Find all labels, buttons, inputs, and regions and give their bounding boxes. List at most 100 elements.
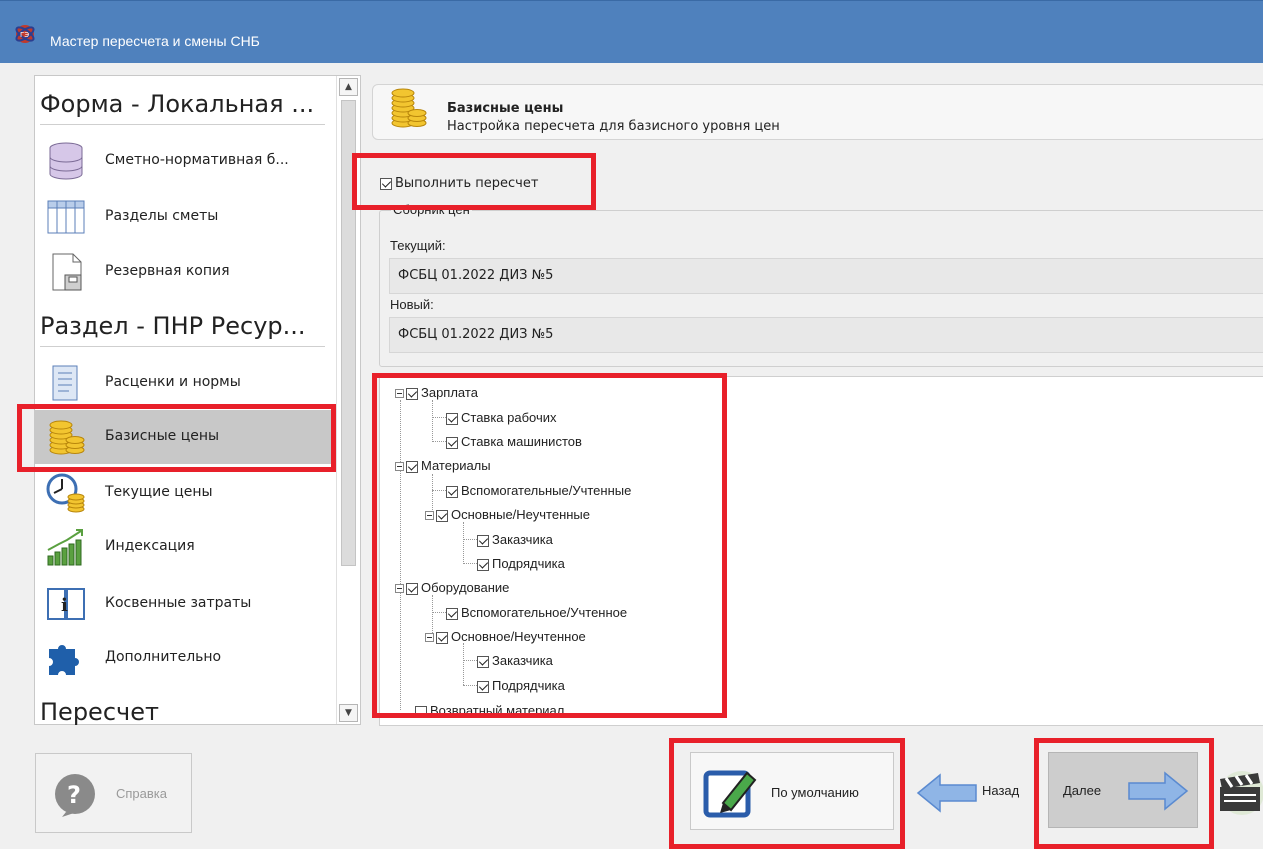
help-icon: ? [55,774,95,817]
collapse-icon[interactable] [395,462,404,472]
sidebar-group-section[interactable]: Раздел - ПНР Ресур... [40,312,325,347]
checkbox-checked-icon[interactable] [380,177,392,190]
section-header: Базисные цены Настройка пересчета для ба… [372,84,1263,140]
tree-node-equipment-customer[interactable]: Заказчика [477,653,553,668]
checkbox-checked-icon[interactable] [477,680,489,693]
checkbox-checked-icon[interactable] [446,412,458,425]
help-button[interactable]: ? Справка [35,753,192,833]
sidebar-group-form[interactable]: Форма - Локальная ... [40,90,325,125]
checkbox-checked-icon[interactable] [477,655,489,668]
recalc-checkbox[interactable]: Выполнить пересчет [380,176,538,191]
default-button-label: По умолчанию [771,785,859,800]
tree-connector [432,417,446,418]
sidebar-item-base-prices[interactable]: Базисные цены [35,410,331,464]
coins-icon [391,88,427,128]
tree-node-equipment[interactable]: Оборудование [395,580,509,595]
window-title: Мастер пересчета и смены СНБ [50,33,260,49]
back-button-label: Назад [982,783,1020,798]
tree-connector [432,612,446,613]
checkbox-checked-icon[interactable] [477,534,489,547]
tree-connector [463,539,477,540]
tree-node-label: Вспомогательное/Учтенное [461,605,628,620]
sidebar-item-label: Текущие цены [105,484,213,500]
tree-node-label: Заказчика [492,653,553,668]
arrow-left-icon [916,773,977,813]
tree-node-aux-materials[interactable]: Вспомогательные/Учтенные [446,483,631,498]
checkbox-checked-icon[interactable] [446,436,458,449]
price-tree [379,376,1263,726]
sidebar-item-current-prices[interactable]: Текущие цены [35,466,331,520]
app-logo-icon: ГЭ [15,25,35,43]
arrow-right-icon [1128,771,1189,811]
checkbox-checked-icon[interactable] [406,460,418,473]
default-button[interactable]: По умолчанию [690,752,894,830]
scroll-thumb[interactable] [341,100,356,566]
finish-button[interactable] [1208,753,1263,829]
tree-node-salary[interactable]: Зарплата [395,385,478,400]
sidebar-item-label: Косвенные затраты [105,595,252,611]
sidebar-item-indirect-costs[interactable]: i Косвенные затраты [35,577,331,631]
next-button[interactable]: Далее [1048,752,1198,828]
new-label: Новый: [390,297,434,312]
tree-node-workers-rate[interactable]: Ставка рабочих [446,410,557,425]
scroll-up-button[interactable]: ▲ [339,78,358,96]
tree-node-materials[interactable]: Материалы [395,458,491,473]
tree-connector [463,643,464,685]
sidebar-scrollbar[interactable]: ▲ ▼ [336,76,360,724]
back-button[interactable]: Назад [906,753,1044,829]
tree-node-main-materials[interactable]: Основные/Неучтенные [425,507,590,522]
next-button-label: Далее [1063,783,1102,798]
scroll-down-button[interactable]: ▼ [339,704,358,722]
tree-node-label: Вспомогательные/Учтенные [461,483,632,498]
collapse-icon[interactable] [395,584,404,594]
checkbox-checked-icon[interactable] [436,509,448,522]
checkbox-checked-icon[interactable] [406,387,418,400]
sidebar-item-backup[interactable]: Резервная копия [35,245,331,299]
tree-node-label: Ставка машинистов [461,434,582,449]
sidebar-item-indexation[interactable]: Индексация [35,520,331,574]
tree-node-equipment-contractor[interactable]: Подрядчика [477,678,565,693]
sidebar-item-rates-norms[interactable]: Расценки и нормы [35,356,331,410]
collapse-icon[interactable] [425,511,434,521]
tree-node-label: Материалы [421,458,491,473]
tree-node-label: Заказчика [492,532,553,547]
tree-node-materials-contractor[interactable]: Подрядчика [477,556,565,571]
checkbox-checked-icon[interactable] [477,558,489,571]
info-book-icon: i [47,588,85,620]
edit-icon [703,770,757,818]
tree-connector [463,563,477,564]
tree-connector [432,400,433,442]
tree-connector [400,400,401,710]
tree-node-label: Оборудование [421,580,510,595]
tree-node-returned-material[interactable]: Возвратный материал [415,703,564,717]
collapse-icon[interactable] [395,389,404,399]
checkbox-checked-icon[interactable] [446,485,458,498]
new-collection-field[interactable]: ФСБЦ 01.2022 ДИЗ №5 [389,317,1263,353]
current-collection-field[interactable]: ФСБЦ 01.2022 ДИЗ №5 [389,258,1263,294]
sidebar-item-additional[interactable]: Дополнительно [35,631,331,685]
tree-node-label: Ставка рабочих [461,410,557,425]
checkbox-unchecked-icon[interactable] [415,705,427,717]
svg-text:?: ? [67,781,81,809]
tree-connector [432,490,446,491]
tree-node-label: Основное/Неучтенное [451,629,586,644]
tree-node-main-equipment[interactable]: Основное/Неучтенное [425,629,586,644]
tree-node-aux-equipment[interactable]: Вспомогательное/Учтенное [446,605,627,620]
price-collection-legend: Сборник цен [391,202,472,217]
tree-connector [463,660,477,661]
tree-node-label: Основные/Неучтенные [451,507,591,522]
collapse-icon[interactable] [425,633,434,643]
tree-node-label: Подрядчика [492,556,565,571]
sidebar-item-regulatory-base[interactable]: Сметно-нормативная б... [35,134,331,188]
clock-coins-icon [46,473,85,513]
checkbox-checked-icon[interactable] [446,607,458,620]
sidebar-group-recalc[interactable]: Пересчет [40,698,325,732]
tree-node-operators-rate[interactable]: Ставка машинистов [446,434,582,449]
checkbox-checked-icon[interactable] [436,631,448,644]
sidebar-item-label: Базисные цены [105,428,220,444]
tree-node-materials-customer[interactable]: Заказчика [477,532,553,547]
sidebar-item-estimate-sections[interactable]: Разделы сметы [35,190,331,244]
tree-connector [463,685,477,686]
checkbox-checked-icon[interactable] [406,582,418,595]
current-label: Текущий: [390,238,446,253]
